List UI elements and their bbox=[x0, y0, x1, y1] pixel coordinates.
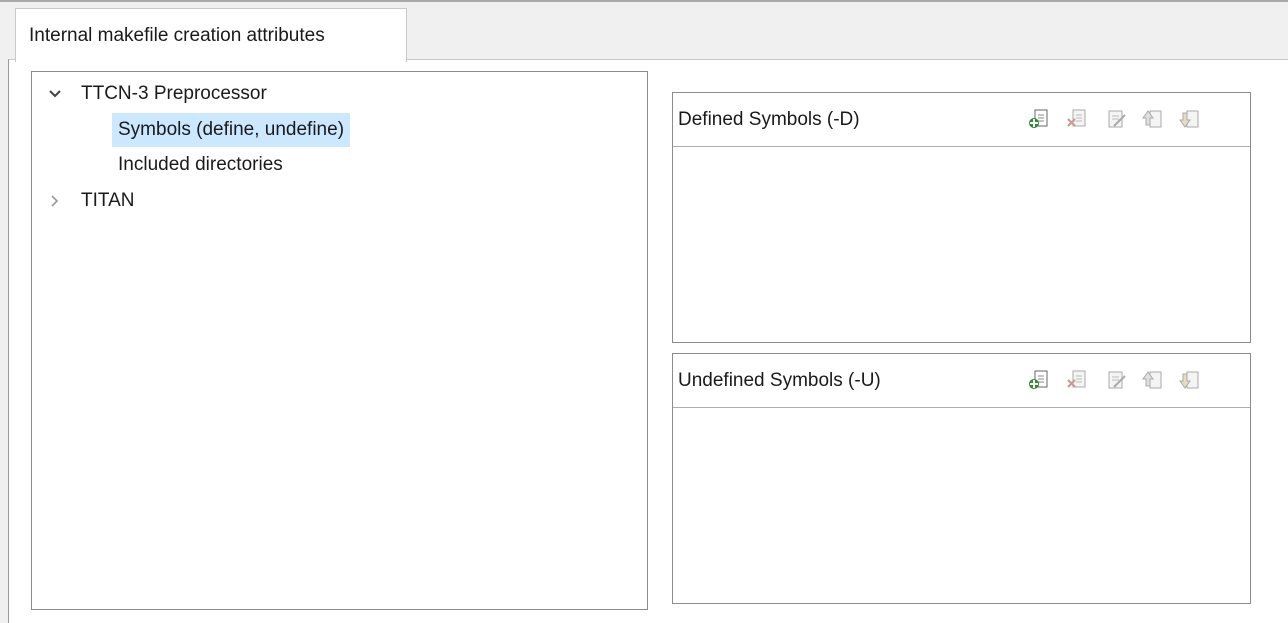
tab-strip: Internal makefile creation attributes bbox=[0, 0, 1288, 62]
add-icon[interactable] bbox=[1028, 108, 1050, 130]
tab-strip-border bbox=[0, 0, 1288, 2]
tree-item-included-directories[interactable]: Included directories bbox=[112, 148, 592, 182]
tree-item-titan[interactable]: TITAN bbox=[48, 184, 608, 218]
tree-item-label: Included directories bbox=[118, 154, 283, 175]
tab-internal-makefile[interactable]: Internal makefile creation attributes bbox=[15, 8, 407, 62]
move-up-icon[interactable] bbox=[1142, 369, 1164, 391]
add-icon[interactable] bbox=[1028, 369, 1050, 391]
delete-icon[interactable] bbox=[1066, 369, 1088, 391]
category-tree[interactable]: TTCN-3 Preprocessor Symbols (define, und… bbox=[31, 71, 648, 610]
move-up-icon[interactable] bbox=[1142, 108, 1164, 130]
defined-symbols-group: Defined Symbols (-D) bbox=[672, 92, 1251, 343]
undefined-symbols-group: Undefined Symbols (-U) bbox=[672, 353, 1251, 604]
edit-icon[interactable] bbox=[1105, 369, 1127, 391]
chevron-down-icon[interactable] bbox=[48, 88, 62, 100]
tree-item-ttcn3-preprocessor[interactable]: TTCN-3 Preprocessor bbox=[48, 77, 608, 111]
tree-item-label: TITAN bbox=[81, 190, 135, 211]
move-down-icon[interactable] bbox=[1179, 108, 1201, 130]
undefined-symbols-header: Undefined Symbols (-U) bbox=[673, 354, 1250, 408]
move-down-icon[interactable] bbox=[1179, 369, 1201, 391]
edit-icon[interactable] bbox=[1105, 108, 1127, 130]
defined-symbols-header: Defined Symbols (-D) bbox=[673, 93, 1250, 147]
tree-item-symbols[interactable]: Symbols (define, undefine) bbox=[112, 113, 592, 147]
tree-item-label: TTCN-3 Preprocessor bbox=[81, 83, 267, 104]
tab-content: TTCN-3 Preprocessor Symbols (define, und… bbox=[8, 59, 1288, 623]
tree-item-label: Symbols (define, undefine) bbox=[112, 113, 351, 147]
undefined-symbols-title: Undefined Symbols (-U) bbox=[678, 370, 881, 391]
tab-label: Internal makefile creation attributes bbox=[29, 25, 325, 46]
undefined-symbols-list[interactable] bbox=[673, 408, 1250, 603]
defined-symbols-title: Defined Symbols (-D) bbox=[678, 109, 860, 130]
defined-symbols-list[interactable] bbox=[673, 147, 1250, 342]
delete-icon[interactable] bbox=[1066, 108, 1088, 130]
chevron-right-icon[interactable] bbox=[48, 195, 62, 207]
